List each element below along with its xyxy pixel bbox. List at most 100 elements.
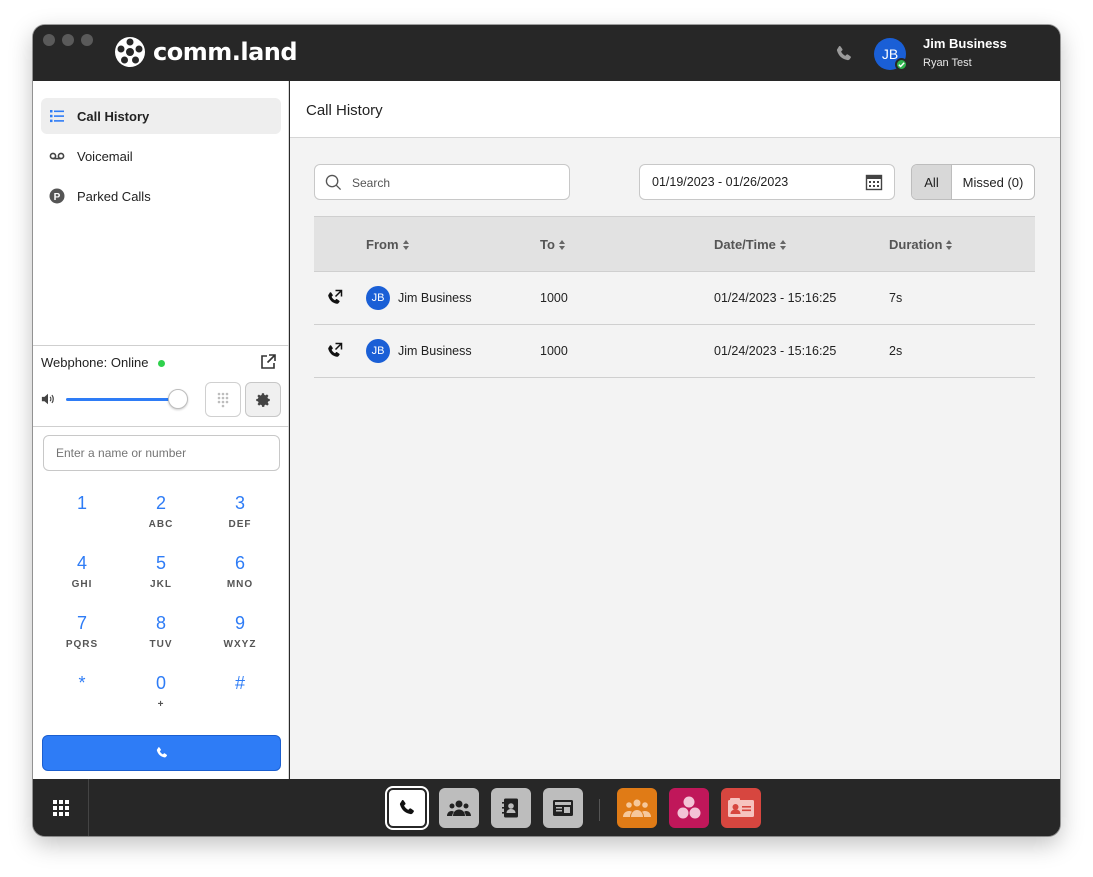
dialpad-key-5[interactable]: 5 JKL	[131, 552, 191, 590]
cell-to: 1000	[540, 344, 568, 358]
grid-icon	[52, 799, 69, 816]
fax-icon	[553, 800, 573, 816]
dock-fax-button[interactable]	[543, 788, 583, 828]
user-name[interactable]: Jim Business	[923, 36, 1007, 51]
column-label: Date/Time	[714, 237, 776, 252]
date-range-value: 01/19/2023 - 01/26/2023	[652, 175, 789, 189]
dialpad-key-4[interactable]: 4 GHI	[52, 552, 112, 590]
volume-slider-thumb[interactable]	[168, 389, 188, 409]
key-digit: 0	[155, 673, 166, 693]
key-digit: 5	[155, 553, 166, 573]
dock-contacts-button[interactable]	[491, 788, 531, 828]
key-digit: 9	[234, 613, 245, 633]
volume-icon[interactable]	[41, 392, 55, 406]
key-letters: MNO	[226, 579, 254, 590]
column-label: From	[366, 237, 399, 252]
online-dot	[158, 360, 165, 367]
sidebar-item-call-history[interactable]: Call History	[41, 98, 281, 134]
volume-slider-track[interactable]	[66, 398, 178, 401]
key-letters: JKL	[150, 579, 172, 590]
call-button[interactable]	[42, 735, 281, 771]
dialpad-key-3[interactable]: 3 DEF	[210, 492, 270, 530]
cell-from: Jim Business	[398, 291, 472, 305]
sidebar-item-label: Voicemail	[77, 149, 133, 164]
dock-phone-button[interactable]	[387, 788, 427, 828]
column-label: Duration	[889, 237, 943, 252]
dock-collab-button[interactable]	[669, 788, 709, 828]
page-title: Call History	[306, 102, 383, 119]
main-panel: Call History Search 01/19/2023 - 01/26/2…	[290, 81, 1060, 779]
gear-icon	[256, 392, 270, 407]
card-icon	[728, 798, 754, 817]
column-header-datetime[interactable]: Date/Time	[714, 237, 786, 252]
logo: comm.land	[113, 35, 298, 69]
webphone-status: Webphone: Online	[41, 355, 149, 370]
dialpad-key-hash[interactable]: #	[210, 672, 270, 699]
user-subtitle: Ryan Test	[923, 57, 972, 69]
key-digit: 6	[234, 553, 245, 573]
app-window: comm.land JB Jim Business Ryan Test Call…	[33, 25, 1060, 836]
sidebar-item-voicemail[interactable]: Voicemail	[41, 138, 281, 174]
filter-all-button[interactable]: All	[912, 165, 952, 199]
popout-icon[interactable]	[259, 353, 277, 371]
avatar: JB	[366, 286, 390, 310]
column-header-duration[interactable]: Duration	[889, 237, 953, 252]
logo-mark-icon	[115, 37, 145, 67]
avatar: JB	[366, 339, 390, 363]
conference-icon	[623, 799, 651, 817]
dialpad-key-0[interactable]: 0 +	[131, 672, 191, 710]
filter-missed-button[interactable]: Missed (0)	[952, 165, 1034, 199]
cell-duration: 7s	[889, 291, 903, 305]
dialpad-key-8[interactable]: 8 TUV	[131, 612, 191, 650]
dialpad-key-star[interactable]: *	[52, 672, 112, 699]
sidebar-item-label: Parked Calls	[77, 189, 151, 204]
date-range-picker[interactable]: 01/19/2023 - 01/26/2023	[639, 164, 895, 200]
key-letters: TUV	[149, 639, 173, 650]
column-header-to[interactable]: To	[540, 237, 565, 252]
dialpad-key-9[interactable]: 9 WXYZ	[210, 612, 270, 650]
window-minimize-button[interactable]	[62, 34, 74, 46]
column-header-from[interactable]: From	[366, 237, 409, 252]
dialpad-icon	[217, 392, 229, 407]
outgoing-call-icon	[328, 342, 343, 357]
dialpad-key-1[interactable]: 1	[52, 492, 112, 519]
search-icon	[325, 174, 342, 191]
dial-input[interactable]	[43, 435, 280, 471]
dialpad-key-2[interactable]: 2 ABC	[131, 492, 191, 530]
apps-menu-button[interactable]	[33, 779, 89, 836]
dock-conference-button[interactable]	[617, 788, 657, 828]
cell-duration: 2s	[889, 344, 903, 358]
dock-card-button[interactable]	[721, 788, 761, 828]
main-header: Call History	[290, 81, 1060, 138]
table-header: From To Date/Time Duration	[314, 216, 1035, 272]
team-icon	[447, 800, 471, 816]
settings-button[interactable]	[245, 382, 281, 417]
dialpad-key-7[interactable]: 7 PQRS	[52, 612, 112, 650]
sidebar-item-label: Call History	[77, 109, 150, 124]
dock-divider	[599, 799, 600, 821]
table-row[interactable]: JB Jim Business 1000 01/24/2023 - 15:16:…	[314, 272, 1035, 325]
sort-icon	[558, 239, 565, 250]
sidebar-item-parked-calls[interactable]: P Parked Calls	[41, 178, 281, 214]
dialpad-key-6[interactable]: 6 MNO	[210, 552, 270, 590]
window-close-button[interactable]	[43, 34, 55, 46]
svg-text:P: P	[54, 192, 61, 203]
key-digit: 1	[76, 493, 87, 513]
check-icon	[898, 62, 905, 68]
phone-icon[interactable]	[833, 43, 855, 65]
key-letters: ABC	[148, 519, 174, 530]
search-input[interactable]: Search	[314, 164, 570, 200]
key-digit: *	[78, 673, 86, 693]
parked-icon: P	[49, 188, 65, 204]
top-bar: comm.land JB Jim Business Ryan Test	[33, 25, 1060, 81]
table-row[interactable]: JB Jim Business 1000 01/24/2023 - 15:16:…	[314, 325, 1035, 378]
dialpad-toggle-button[interactable]	[205, 382, 241, 417]
window-zoom-button[interactable]	[81, 34, 93, 46]
logo-text: comm.land	[153, 38, 298, 66]
bottom-dock	[33, 779, 1060, 836]
left-sidebar: Call History Voicemail P Parked Calls We…	[33, 81, 289, 779]
dock-team-button[interactable]	[439, 788, 479, 828]
phone-icon	[156, 747, 167, 758]
calendar-icon[interactable]	[865, 173, 883, 191]
status-badge	[895, 58, 908, 71]
